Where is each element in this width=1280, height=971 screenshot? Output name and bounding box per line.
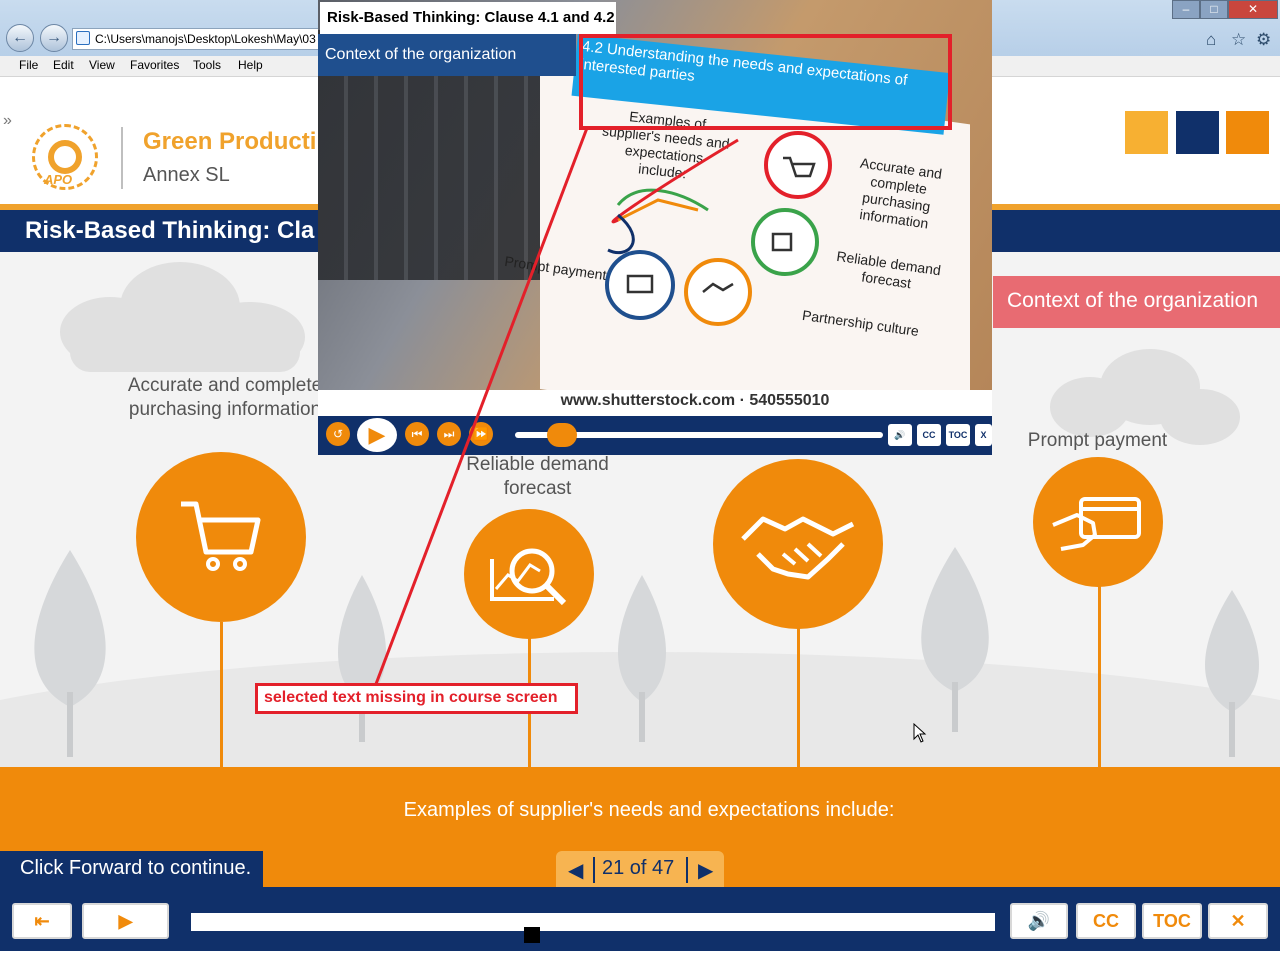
reference-context: Context of the organization — [318, 34, 576, 76]
cc-button[interactable]: CC — [1076, 903, 1136, 939]
play-button[interactable]: ▶ — [82, 903, 169, 939]
annotation-highlight-box — [579, 34, 952, 130]
menu-edit[interactable]: Edit — [53, 58, 74, 72]
reference-rewind-icon: ⏮ — [405, 422, 429, 446]
reference-play-icon: ▶ — [357, 418, 397, 452]
prev-slide-icon[interactable]: ◀ — [568, 858, 583, 883]
menu-help[interactable]: Help — [238, 58, 263, 72]
reference-volume-icon: 🔊 — [888, 424, 912, 446]
shopping-cart-icon — [181, 501, 261, 571]
home-icon[interactable]: ⌂ — [1206, 30, 1216, 50]
reference-close: X — [975, 424, 992, 446]
window-controls: – □ ✕ — [1172, 0, 1278, 19]
payment-circle[interactable] — [1033, 457, 1163, 587]
reference-toc: TOC — [946, 424, 970, 446]
reference-skip-icon: ⏭ — [437, 422, 461, 446]
progress-thumb[interactable] — [524, 927, 540, 943]
logo-gear-icon — [48, 140, 82, 174]
label-accurate-info: Accurate and complete purchasing informa… — [127, 375, 323, 420]
page-icon — [76, 31, 90, 45]
forward-button[interactable]: → — [40, 24, 68, 52]
menu-favorites[interactable]: Favorites — [130, 58, 179, 72]
close-icon: ✕ — [1230, 911, 1246, 931]
page-counter: 21 of 47 — [602, 857, 675, 879]
annotation-note: selected text missing in course screen — [255, 683, 578, 714]
exit-button[interactable]: ⇤ — [12, 903, 72, 939]
card-payment-icon — [1052, 497, 1141, 551]
pager-divider — [686, 857, 688, 883]
reference-cc: CC — [917, 424, 941, 446]
next-slide-icon[interactable]: ▶ — [698, 858, 713, 883]
header-divider — [121, 127, 123, 189]
progress-bar[interactable] — [191, 913, 995, 931]
menu-view[interactable]: View — [89, 58, 115, 72]
stem-1 — [220, 622, 223, 767]
minimize-button[interactable]: – — [1172, 0, 1200, 19]
cart-circle[interactable] — [136, 452, 306, 622]
play-icon: ▶ — [118, 911, 133, 931]
label-prompt-payment: Prompt payment — [1027, 430, 1168, 451]
exit-icon: ⇤ — [34, 911, 50, 931]
volume-icon: 🔊 — [1027, 911, 1051, 931]
brand-name: Green Producti — [143, 128, 317, 155]
pager-divider — [593, 857, 595, 883]
chart-magnifier-icon — [490, 548, 567, 606]
decor-square-navy — [1176, 111, 1219, 154]
reference-watermark: www.shutterstock.com · 540555010 — [318, 390, 992, 416]
close-window-button[interactable]: ✕ — [1228, 0, 1278, 19]
menu-file[interactable]: File — [19, 58, 38, 72]
reference-fastforward-icon: ⏩ — [469, 422, 493, 446]
forward-instruction: Click Forward to continue. — [0, 851, 263, 887]
brand-subtitle: Annex SL — [143, 164, 230, 186]
toc-button[interactable]: TOC — [1142, 903, 1202, 939]
stem-4 — [1098, 586, 1101, 767]
handshake-icon — [741, 516, 855, 580]
menu-tools[interactable]: Tools — [193, 58, 221, 72]
maximize-button[interactable]: □ — [1200, 0, 1228, 19]
expand-sidebar-icon[interactable]: » — [3, 112, 12, 130]
slide-title: Risk-Based Thinking: Cla — [25, 217, 315, 244]
reference-title: Risk-Based Thinking: Clause 4.1 and 4.2 — [327, 9, 615, 26]
stem-3 — [797, 628, 800, 767]
favorites-star-icon[interactable]: ☆ — [1231, 30, 1246, 50]
address-bar[interactable]: C:\Users\manojs\Desktop\Lokesh\May\03 — [72, 28, 322, 50]
caption-text: Examples of supplier's needs and expecta… — [403, 799, 895, 821]
reference-progress-thumb — [547, 423, 577, 447]
decor-square-yellow — [1125, 111, 1168, 154]
tools-gear-icon[interactable]: ⚙ — [1256, 30, 1271, 50]
back-button[interactable]: ← — [6, 24, 34, 52]
label-reliable-forecast: Reliable demand forecast — [466, 454, 609, 499]
reference-replay-icon: ↺ — [326, 422, 350, 446]
logo-text: APO — [44, 172, 73, 187]
mouse-cursor-icon — [913, 723, 927, 743]
forecast-circle[interactable] — [464, 509, 594, 639]
volume-button[interactable]: 🔊 — [1010, 903, 1068, 939]
decor-square-orange — [1226, 111, 1269, 154]
close-button[interactable]: ✕ — [1208, 903, 1268, 939]
context-tab[interactable]: Context of the organization — [993, 276, 1280, 328]
handshake-circle[interactable] — [713, 459, 883, 629]
